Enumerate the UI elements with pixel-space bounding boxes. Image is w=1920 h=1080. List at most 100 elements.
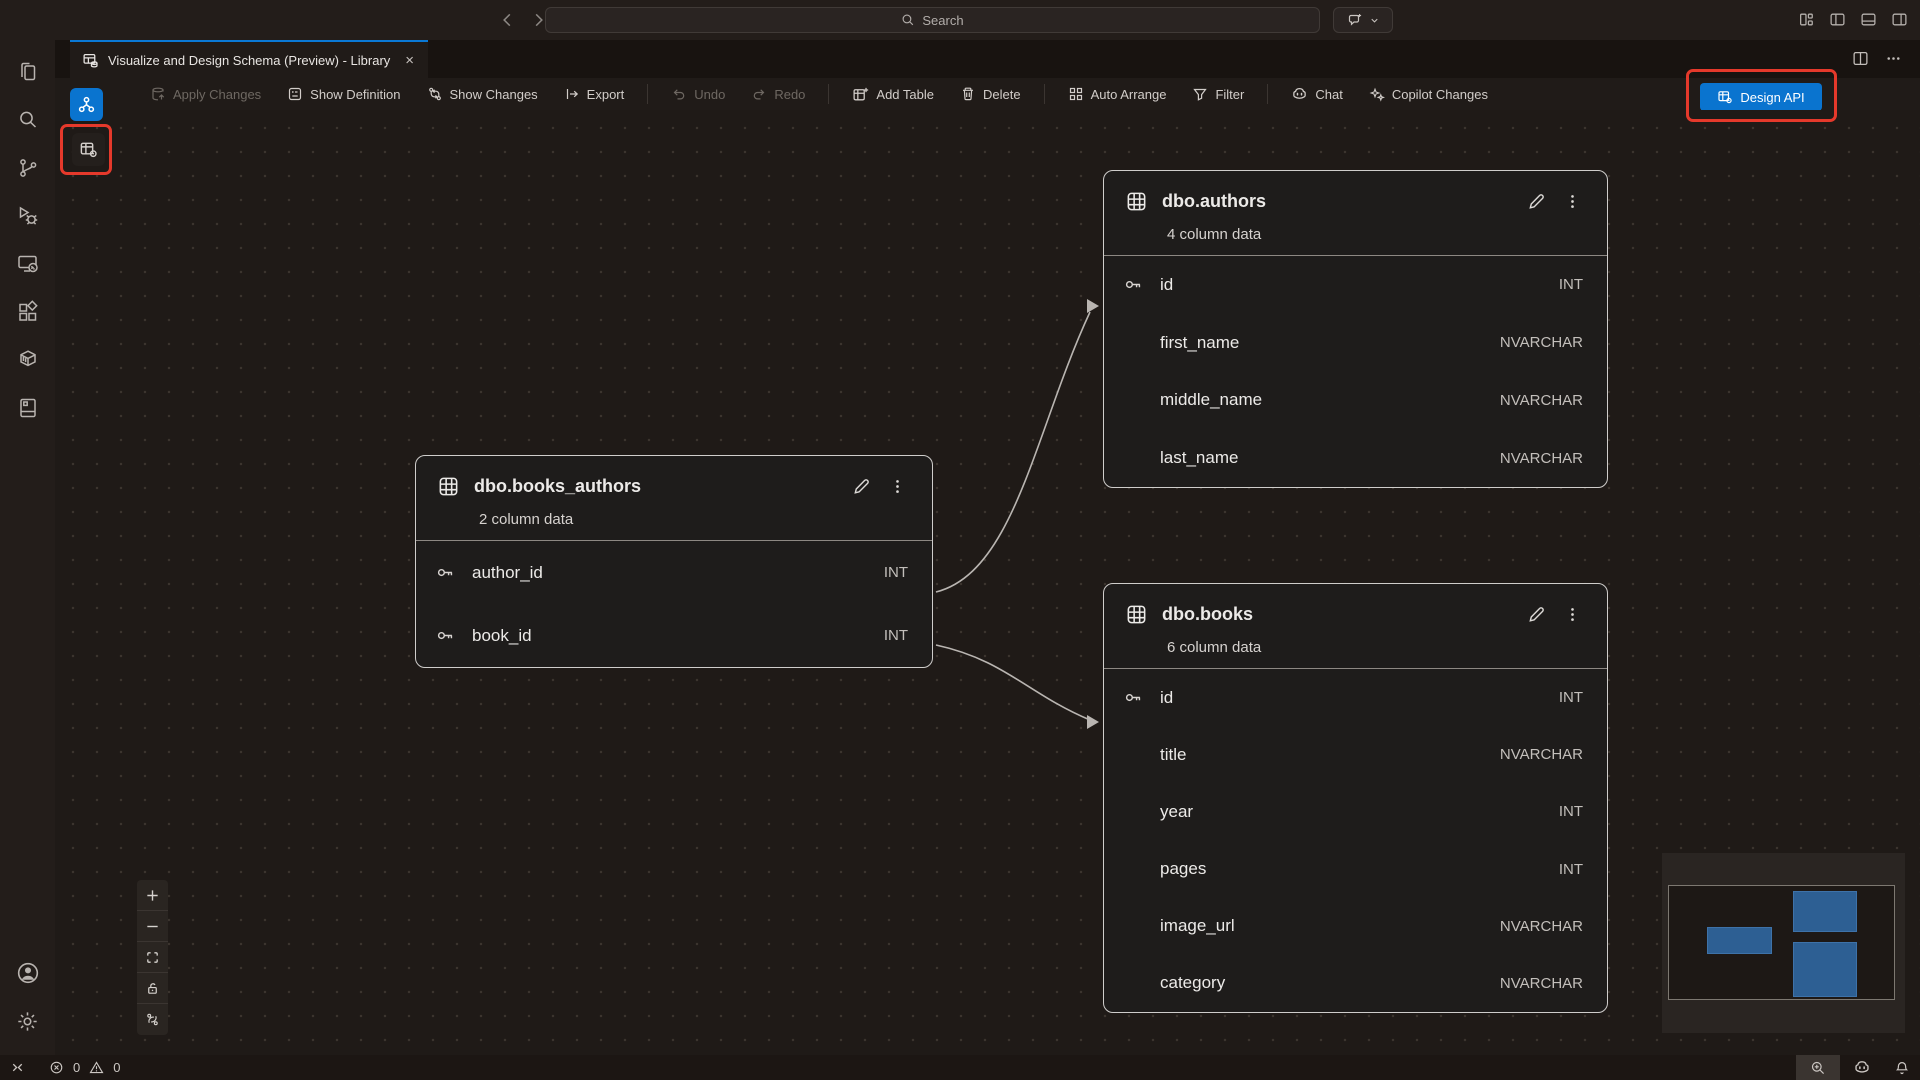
minimap-node-books-authors bbox=[1707, 927, 1772, 954]
column-type: INT bbox=[1559, 861, 1583, 878]
search-sidebar-icon[interactable] bbox=[0, 96, 55, 144]
table-designer-button[interactable] bbox=[72, 133, 105, 166]
table-column-row[interactable]: last_name NVARCHAR bbox=[1104, 429, 1607, 487]
edit-pencil-icon[interactable] bbox=[852, 477, 871, 496]
edit-pencil-icon[interactable] bbox=[1527, 605, 1546, 624]
zoom-in-button[interactable] bbox=[137, 880, 168, 911]
problems-indicator[interactable]: 0 0 bbox=[49, 1060, 120, 1075]
search-placeholder: Search bbox=[922, 13, 963, 28]
canvas-zoom-controls bbox=[137, 880, 168, 1035]
customize-layout-icon[interactable] bbox=[1798, 11, 1815, 28]
delete-button[interactable]: Delete bbox=[960, 86, 1021, 102]
auto-arrange-label: Auto Arrange bbox=[1091, 87, 1167, 102]
refresh-layout-icon bbox=[145, 1012, 160, 1027]
delete-label: Delete bbox=[983, 87, 1021, 102]
table-icon bbox=[1126, 604, 1147, 625]
designer-toolbar: Apply Changes Show Definition Show Chang… bbox=[55, 78, 1920, 110]
kebab-menu-icon[interactable] bbox=[889, 478, 906, 495]
settings-gear-icon[interactable] bbox=[0, 997, 55, 1045]
table-column-row[interactable]: id INT bbox=[1104, 669, 1607, 726]
remote-icon bbox=[10, 1060, 25, 1075]
apply-changes-button[interactable]: Apply Changes bbox=[150, 86, 261, 102]
warning-count: 0 bbox=[113, 1060, 120, 1075]
table-column-row[interactable]: id INT bbox=[1104, 256, 1607, 314]
redo-icon bbox=[751, 86, 767, 102]
filter-button[interactable]: Filter bbox=[1192, 86, 1244, 102]
remote-indicator[interactable] bbox=[10, 1060, 25, 1075]
database-projects-icon[interactable] bbox=[0, 384, 55, 432]
design-api-button[interactable]: Design API bbox=[1700, 83, 1822, 111]
table-column-row[interactable]: pages INT bbox=[1104, 841, 1607, 898]
split-editor-icon[interactable] bbox=[1852, 50, 1869, 67]
minimap[interactable] bbox=[1662, 853, 1905, 1033]
column-name: first_name bbox=[1160, 333, 1486, 353]
table-column-row[interactable]: category NVARCHAR bbox=[1104, 955, 1607, 1012]
tab-visualize-design-schema[interactable]: Visualize and Design Schema (Preview) - … bbox=[70, 40, 428, 78]
show-changes-button[interactable]: Show Changes bbox=[427, 86, 538, 102]
kebab-menu-icon[interactable] bbox=[1564, 606, 1581, 623]
status-bar: 0 0 bbox=[0, 1055, 1920, 1080]
chat-button[interactable]: Chat bbox=[1291, 86, 1342, 103]
kebab-menu-icon[interactable] bbox=[1564, 193, 1581, 210]
column-name: id bbox=[1160, 275, 1545, 295]
zoom-status-button[interactable] bbox=[1796, 1055, 1840, 1080]
chat-dropdown-button[interactable] bbox=[1333, 7, 1393, 33]
table-column-row[interactable]: image_url NVARCHAR bbox=[1104, 898, 1607, 955]
table-column-row[interactable]: first_name NVARCHAR bbox=[1104, 314, 1607, 372]
add-table-button[interactable]: Add Table bbox=[852, 86, 934, 103]
chevron-down-icon bbox=[1369, 15, 1380, 26]
back-arrow-icon[interactable] bbox=[498, 11, 516, 29]
redo-button[interactable]: Redo bbox=[751, 86, 805, 102]
show-definition-button[interactable]: Show Definition bbox=[287, 86, 400, 102]
delete-icon bbox=[960, 86, 976, 102]
undo-icon bbox=[671, 86, 687, 102]
column-name: last_name bbox=[1160, 448, 1486, 468]
schema-designer-icon bbox=[82, 52, 99, 69]
schema-canvas[interactable] bbox=[55, 110, 1920, 1055]
table-card-authors[interactable]: dbo.authors 4 column data id INT first_n… bbox=[1103, 170, 1608, 488]
column-type: NVARCHAR bbox=[1500, 746, 1583, 763]
remote-explorer-icon[interactable] bbox=[0, 240, 55, 288]
toggle-panel-bottom-icon[interactable] bbox=[1860, 11, 1877, 28]
design-api-label: Design API bbox=[1740, 90, 1804, 105]
chat-sparkle-icon bbox=[1347, 12, 1363, 28]
table-column-row[interactable]: author_id INT bbox=[416, 541, 932, 604]
table-column-row[interactable]: middle_name NVARCHAR bbox=[1104, 372, 1607, 430]
fit-view-button[interactable] bbox=[137, 942, 168, 973]
column-type: INT bbox=[1559, 689, 1583, 706]
containers-icon[interactable] bbox=[0, 336, 55, 384]
table-column-row[interactable]: year INT bbox=[1104, 783, 1607, 840]
editor-tab-strip: Visualize and Design Schema (Preview) - … bbox=[55, 40, 1920, 78]
copilot-changes-button[interactable]: Copilot Changes bbox=[1369, 86, 1488, 102]
copilot-status-button[interactable] bbox=[1840, 1055, 1884, 1080]
toggle-panel-left-icon[interactable] bbox=[1829, 11, 1846, 28]
refresh-layout-button[interactable] bbox=[137, 1004, 168, 1035]
redo-label: Redo bbox=[774, 87, 805, 102]
table-column-row[interactable]: title NVARCHAR bbox=[1104, 726, 1607, 783]
table-column-row[interactable]: book_id INT bbox=[416, 604, 932, 667]
export-button[interactable]: Export bbox=[564, 86, 625, 102]
edit-pencil-icon[interactable] bbox=[1527, 192, 1546, 211]
source-control-icon[interactable] bbox=[0, 144, 55, 192]
more-actions-icon[interactable] bbox=[1885, 50, 1902, 67]
undo-button[interactable]: Undo bbox=[671, 86, 725, 102]
copilot-changes-icon bbox=[1369, 86, 1385, 102]
extensions-icon[interactable] bbox=[0, 288, 55, 336]
lock-button[interactable] bbox=[137, 973, 168, 1004]
column-name: year bbox=[1160, 802, 1545, 822]
explorer-icon[interactable] bbox=[0, 48, 55, 96]
toggle-panel-right-icon[interactable] bbox=[1891, 11, 1908, 28]
schema-visualization-button[interactable] bbox=[70, 88, 103, 121]
column-type: INT bbox=[884, 564, 908, 581]
notifications-button[interactable] bbox=[1884, 1055, 1920, 1080]
zoom-out-button[interactable] bbox=[137, 911, 168, 942]
auto-arrange-button[interactable]: Auto Arrange bbox=[1068, 86, 1167, 102]
table-card-books[interactable]: dbo.books 6 column data id INT title NVA… bbox=[1103, 583, 1608, 1013]
search-input[interactable]: Search bbox=[545, 7, 1320, 33]
account-icon[interactable] bbox=[0, 949, 55, 997]
table-icon bbox=[1126, 191, 1147, 212]
run-and-debug-icon[interactable] bbox=[0, 192, 55, 240]
table-card-books-authors[interactable]: dbo.books_authors 2 column data author_i… bbox=[415, 455, 933, 668]
copilot-changes-label: Copilot Changes bbox=[1392, 87, 1488, 102]
tab-close-icon[interactable]: × bbox=[405, 52, 414, 69]
